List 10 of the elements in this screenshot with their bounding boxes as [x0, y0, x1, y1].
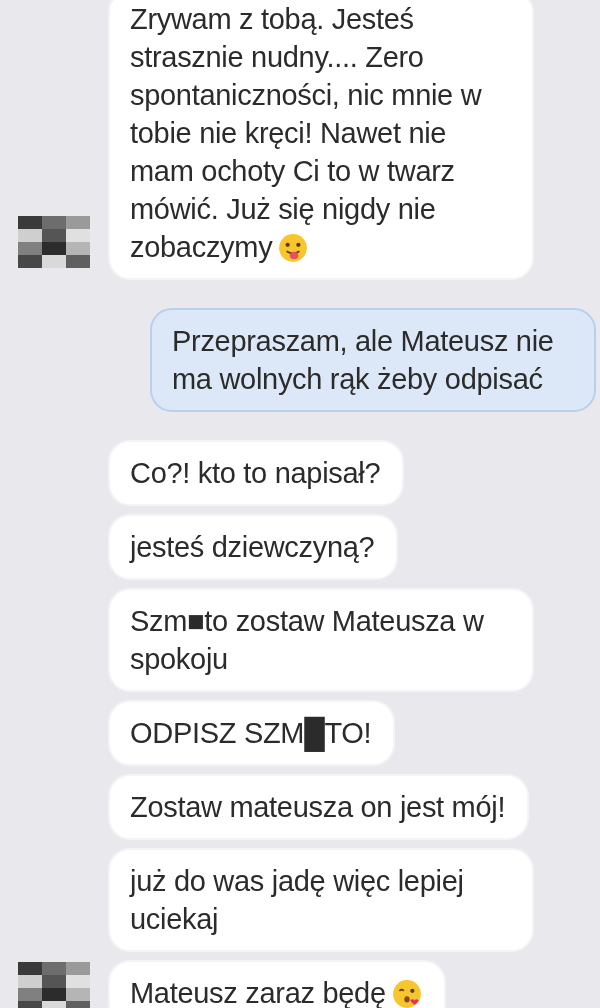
- sent-message: Przepraszam, ale Mateusz nie ma wolnych rąk żeby odpisać: [150, 308, 596, 412]
- received-message: ODPISZ SZM█TO!: [108, 700, 396, 766]
- tongue-face-icon: [278, 233, 309, 263]
- received-message: Co?! kto to napisał?: [108, 440, 405, 506]
- received-message: już do was jadę więc lepiej uciekaj: [108, 848, 534, 952]
- received-message: Zrywam z tobą. Jesteś strasznie nudny.... Zero spontaniczności, nic mnie w tobie nie kręci! Nawet nie mam ochoty Ci to w twarz mówić. Już się nigdy nie zobaczymy: [108, 0, 534, 280]
- received-message: Zostaw mateusza on jest mój!: [108, 774, 530, 840]
- received-message: Szm■to zostaw Mateusza w spokoju: [108, 588, 534, 692]
- kissing-face-icon: [391, 979, 422, 1008]
- received-message: jesteś dziewczyną?: [108, 514, 399, 580]
